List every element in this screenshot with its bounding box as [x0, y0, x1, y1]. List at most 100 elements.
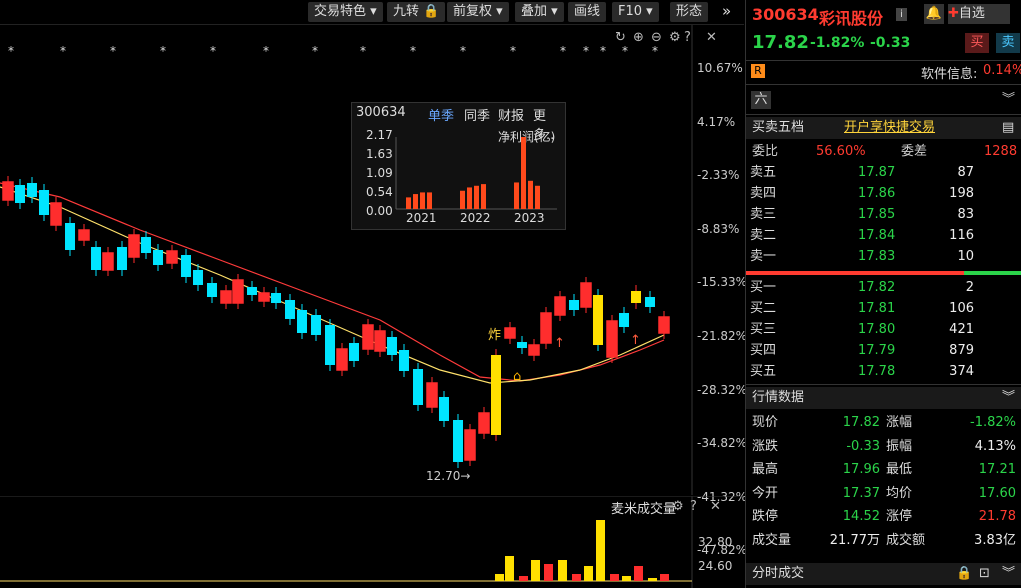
- help-icon[interactable]: ?: [690, 499, 697, 514]
- tab-same-quarter[interactable]: 同季: [464, 105, 490, 124]
- candle-body: [207, 283, 217, 297]
- current-price: 17.82: [752, 32, 809, 53]
- orderbook-row[interactable]: 买二 17.81 106: [746, 298, 1021, 319]
- kline-chart[interactable]: * * * * * * * * * * * * * * * * ↻ ⊕ ⊖ ⚙ ? ✕ 炸 12.70→ ⌂ …: [0, 25, 744, 495]
- level-volume: 10: [957, 249, 974, 264]
- promo-link[interactable]: 开户享快捷交易: [844, 117, 935, 139]
- marker-star: *: [210, 44, 216, 58]
- close-icon[interactable]: ✕: [710, 499, 721, 514]
- help-icon[interactable]: ?: [684, 30, 691, 45]
- marker-star: *: [583, 44, 589, 58]
- refresh-icon[interactable]: ↻: [615, 30, 626, 45]
- candle-body: [141, 237, 151, 253]
- quote-label: 现价: [752, 415, 779, 430]
- profit-bar: [481, 184, 486, 209]
- orderbook-row[interactable]: 买三 17.80 421: [746, 319, 1021, 340]
- chart-control-icons[interactable]: ↻ ⊕ ⊖ ⚙ ? ✕: [615, 30, 717, 45]
- zoom-out-icon[interactable]: ⊖: [651, 30, 662, 45]
- orderbook-row[interactable]: 卖一 17.83 10: [746, 246, 1021, 267]
- close-icon[interactable]: ✕: [706, 30, 717, 45]
- candle-body: [593, 295, 603, 345]
- zoom-in-icon[interactable]: ⊕: [633, 30, 644, 45]
- popup-code: 300634: [356, 105, 406, 120]
- orderbook-row[interactable]: 买一 17.82 2: [746, 277, 1021, 298]
- y-axis-label: -15.33%: [697, 275, 748, 290]
- toolbar-label: 交易特色: [314, 4, 367, 19]
- candle-body: [27, 183, 37, 197]
- profit-bar: [528, 180, 533, 209]
- expand-icon[interactable]: »: [722, 2, 731, 20]
- volume-bar: [660, 574, 669, 581]
- toolbar-label: 画线: [574, 4, 601, 19]
- collapse-icon[interactable]: ︾: [1002, 387, 1015, 409]
- y-axis-label: -8.83%: [697, 221, 740, 236]
- collapse-icon[interactable]: ︾: [1002, 563, 1015, 585]
- marker-star: *: [8, 44, 14, 58]
- tab-report[interactable]: 财报: [498, 105, 524, 124]
- orderbook-row[interactable]: 买四 17.79 879: [746, 340, 1021, 361]
- level-label: 买五: [750, 364, 777, 379]
- quote-header: 行情数据 ︾: [746, 387, 1021, 409]
- collapse-icon[interactable]: ︾: [1002, 88, 1015, 107]
- info-icon[interactable]: i: [896, 8, 907, 21]
- profit-bar: [460, 190, 465, 209]
- candle-fill: [427, 383, 437, 407]
- quote-label: 成交量: [752, 532, 792, 548]
- candle-body: [285, 300, 295, 319]
- popup-tick: 0.00: [366, 204, 393, 218]
- candle-fill: [259, 293, 269, 301]
- sector-label: 软件信息:: [921, 67, 978, 82]
- tab-single-quarter[interactable]: 单季: [428, 105, 454, 124]
- candle-body: [413, 369, 423, 405]
- orderbook-row[interactable]: 卖五 17.87 87: [746, 162, 1021, 183]
- bell-icon[interactable]: 🔔: [924, 4, 944, 24]
- six-badge[interactable]: 六: [751, 91, 771, 109]
- toolbar-adjust[interactable]: 前复权 ▾: [447, 2, 509, 22]
- calculator-icon[interactable]: ▤: [1002, 117, 1014, 139]
- orderbook-row[interactable]: 卖二 17.84 116: [746, 225, 1021, 246]
- quote-value: 14.52: [842, 509, 880, 524]
- candle-body: [91, 247, 101, 270]
- candle-body: [117, 247, 127, 270]
- candle-fill: [233, 280, 243, 303]
- toolbar-draw[interactable]: 画线: [568, 2, 607, 22]
- popup-year: 2022: [460, 211, 491, 225]
- settings-icon[interactable]: ⚙: [669, 30, 681, 45]
- orderbook-row[interactable]: 卖四 17.86 198: [746, 183, 1021, 204]
- candle-fill: [479, 413, 489, 433]
- toolbar-jiuzhuan[interactable]: 九转 🔒: [387, 2, 446, 22]
- volume-bar: [519, 576, 528, 581]
- toolbar-trade-feature[interactable]: 交易特色 ▾: [308, 2, 383, 22]
- low-price-label: 12.70→: [426, 469, 470, 483]
- level-label: 卖四: [750, 186, 777, 201]
- toolbar-overlay[interactable]: 叠加 ▾: [515, 2, 564, 22]
- expand-icon[interactable]: ⊡: [979, 563, 990, 585]
- sell-button[interactable]: 卖: [996, 33, 1020, 53]
- toolbar-pattern[interactable]: 形态: [670, 2, 709, 22]
- lock-icon[interactable]: 🔒: [956, 563, 972, 585]
- level-price: 17.82: [858, 280, 896, 295]
- add-watch-button[interactable]: ✚自选: [948, 4, 1010, 24]
- candle-body: [153, 250, 163, 265]
- orderbook-row[interactable]: 买五 17.78 374: [746, 361, 1021, 382]
- buy-button[interactable]: 买: [965, 33, 989, 53]
- toolbar-label: 前复权: [453, 4, 493, 19]
- top-toolbar: 交易特色 ▾ 九转 🔒 前复权 ▾ 叠加 ▾ 画线 F10 ▾ 形态 »: [0, 0, 744, 25]
- candle-fill: [529, 345, 539, 355]
- marker-star: *: [360, 44, 366, 58]
- candle-fill: [103, 253, 113, 270]
- candle-body: [325, 325, 335, 365]
- quote-value: 17.21: [978, 462, 1016, 477]
- marker-star: *: [510, 44, 516, 58]
- quote-value: 3.83亿: [974, 532, 1016, 548]
- marker-star: *: [263, 44, 269, 58]
- candle-fill: [555, 297, 565, 315]
- profit-bar: [406, 197, 411, 209]
- quote-row: 成交量 21.77万 成交额 3.83亿: [746, 530, 1021, 551]
- level-volume: 374: [949, 364, 974, 379]
- candle-body: [247, 287, 257, 295]
- orderbook-row[interactable]: 卖三 17.85 83: [746, 204, 1021, 225]
- level-price: 17.85: [858, 207, 896, 222]
- candle-fill: [581, 283, 591, 307]
- toolbar-f10[interactable]: F10 ▾: [612, 2, 659, 22]
